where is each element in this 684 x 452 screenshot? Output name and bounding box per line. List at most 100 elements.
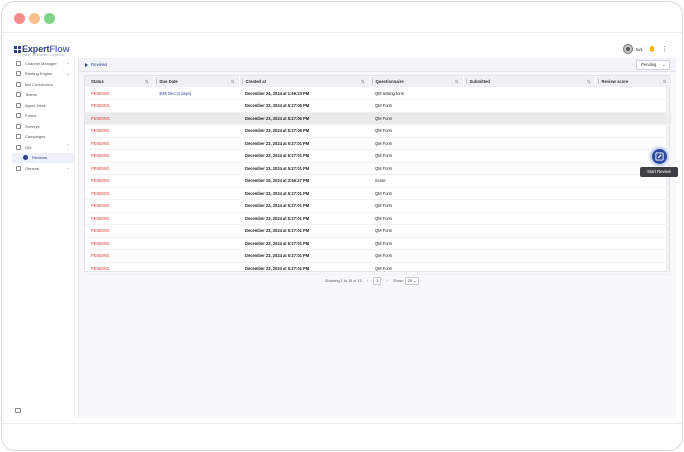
sidebar-item-forms[interactable]: Forms (12, 111, 74, 122)
column-header-created-at[interactable]: Created at ⇅ (239, 76, 370, 87)
breadcrumb-bar: Reviews Pending ⌄ (79, 58, 676, 72)
review-score-cell (595, 99, 671, 113)
submitted-cell (463, 149, 595, 163)
table-row[interactable]: PENDING December 23, 2024 at 5:27:01 PM QM… (85, 149, 671, 163)
questionnaire-cell: QM Form (369, 124, 463, 138)
table-row[interactable]: PENDING December 23, 2024 at 5:27:06 PM QM… (85, 112, 671, 125)
created-at-cell: December 23, 2024 at 5:27:01 PM (239, 187, 369, 200)
bell-icon[interactable] (648, 45, 656, 53)
sort-icon[interactable]: ⇅ (145, 79, 149, 85)
status-filter-select[interactable]: Pending ⌄ (636, 60, 670, 70)
survey-icon (16, 123, 21, 129)
table-row[interactable]: PENDING December 23, 2024 at 5:27:01 PM QM… (85, 224, 671, 238)
column-header-review-score[interactable]: Review score ⇅ (595, 76, 672, 87)
maximize-window-button[interactable] (44, 13, 55, 24)
sidebar-item-bot-connectors[interactable]: Bot Connectors (12, 79, 74, 90)
logo-subtitle: your customer experts (23, 53, 64, 57)
due-date-cell: 30th Dec (4 days) (153, 87, 239, 100)
table-row[interactable]: PENDING December 23, 2024 at 5:27:01 PM QM… (85, 162, 671, 175)
page-size-select[interactable]: 25 ⌄ (404, 277, 419, 285)
questionnaire-cell: QM Form (369, 212, 463, 225)
due-date-cell (153, 249, 239, 263)
sidebar-item-channel-manager[interactable]: Channel Manager ⌄ (12, 58, 74, 69)
titlebar-divider (2, 32, 682, 33)
table-row[interactable]: PENDING December 19, 2024 at 3:56:27 PM Sc… (85, 174, 671, 188)
status-cell: PENDING (85, 262, 153, 275)
submitted-cell (463, 224, 595, 238)
due-date-cell (153, 212, 239, 225)
review-score-cell (595, 212, 671, 225)
sidebar-item-general[interactable]: General ⌄ (12, 163, 74, 174)
column-header-label: Questionnaire (375, 79, 404, 84)
created-at-cell: December 19, 2024 at 3:56:27 PM (239, 174, 369, 188)
column-header-label: Submitted (469, 79, 490, 84)
table-scrollbar[interactable] (666, 87, 669, 272)
created-at-cell: December 23, 2024 at 5:27:06 PM (239, 124, 369, 138)
submitted-cell (463, 99, 595, 113)
start-review-tooltip: Start Review (640, 167, 678, 177)
sort-icon[interactable]: ⇅ (663, 79, 667, 85)
app-window: ExpertFlow your customer experts tw1 ⋮ C… (1, 1, 683, 451)
sidebar-item-label: QM (25, 144, 32, 150)
more-options-icon[interactable]: ⋮ (661, 46, 668, 53)
questionnaire-cell: QM Form (369, 162, 463, 175)
review-score-cell (595, 249, 671, 263)
column-header-status[interactable]: Status ⇅ (85, 76, 154, 87)
table-row[interactable]: PENDING December 23, 2024 at 5:27:01 PM QM… (85, 212, 671, 225)
column-header-submitted[interactable]: Submitted ⇅ (463, 76, 596, 87)
submitted-cell (463, 162, 595, 175)
table-row[interactable]: PENDING 30th Dec (4 days) December 24, 202… (85, 87, 671, 100)
questionnaire-cell: QM Form (369, 199, 463, 213)
start-review-button[interactable] (650, 147, 669, 166)
avatar[interactable] (622, 44, 633, 54)
table-row[interactable]: PENDING December 23, 2024 at 5:27:01 PM QM… (85, 249, 671, 263)
table-row[interactable]: PENDING December 23, 2024 at 5:27:06 PM QM… (85, 99, 671, 113)
next-page-icon[interactable]: › (386, 278, 388, 284)
status-cell: PENDING (85, 137, 153, 150)
pagination: Showing 1 to 15 of 15 ‹ 1 › Show 25 ⌄ (325, 277, 419, 285)
page-size-label: Show (393, 279, 403, 283)
sidebar-item-teams[interactable]: Teams (12, 90, 74, 101)
sidebar-item-campaigns[interactable]: Campaigns (12, 132, 74, 143)
sort-icon[interactable]: ⇅ (455, 79, 459, 85)
column-header-label: Due Date (159, 79, 178, 84)
created-at-cell: December 23, 2024 at 5:27:01 PM (239, 224, 369, 238)
sidebar-item-routing-engine[interactable]: Routing Engine ⌄ (12, 69, 74, 80)
questionnaire-cell: QM Form (369, 112, 463, 125)
app-logo[interactable]: ExpertFlow your customer experts (14, 44, 70, 57)
prev-page-icon[interactable]: ‹ (367, 278, 369, 284)
sidebar-item-label: Bot Connectors (25, 81, 53, 87)
chevron-down-icon: ⌄ (65, 60, 70, 67)
submitted-cell (463, 262, 595, 275)
due-date-cell (153, 162, 239, 175)
minimize-window-button[interactable] (29, 13, 40, 24)
sidebar-item-reviews[interactable]: Reviews (12, 152, 74, 163)
user-name[interactable]: tw1 (636, 47, 643, 52)
column-header-questionnaire[interactable]: Questionnaire ⇅ (369, 76, 464, 87)
current-page-button[interactable]: 1 (373, 277, 382, 285)
sort-icon[interactable]: ⇅ (587, 79, 591, 85)
table-row[interactable]: PENDING December 23, 2024 at 5:27:01 PM QM… (85, 199, 671, 213)
sidebar-item-qm[interactable]: QM ⌃ (12, 142, 74, 153)
column-divider (371, 79, 373, 84)
created-at-cell: December 23, 2024 at 5:27:01 PM (239, 237, 369, 250)
sort-icon[interactable]: ⇅ (361, 79, 365, 85)
table-row[interactable]: PENDING December 23, 2024 at 5:27:01 PM QM… (85, 137, 671, 150)
table-row[interactable]: PENDING December 23, 2024 at 5:27:01 PM QM… (85, 187, 671, 200)
table-row[interactable]: PENDING December 23, 2024 at 5:27:06 PM QM… (85, 124, 671, 138)
sidebar-item-surveys[interactable]: Surveys (12, 121, 74, 132)
status-cell: PENDING (85, 112, 153, 125)
submitted-cell (463, 137, 595, 150)
status-filter-value: Pending (641, 62, 657, 67)
close-window-button[interactable] (14, 13, 25, 24)
table-row[interactable]: PENDING December 23, 2024 at 5:27:01 PM QM… (85, 262, 671, 275)
column-header-due-date[interactable]: Due Date ⇅ (153, 76, 240, 87)
sidebar-item-agent-desk[interactable]: Agent Desk (12, 100, 74, 111)
status-cell: PENDING (85, 237, 153, 250)
column-header-label: Created at (245, 79, 266, 84)
collapse-sidebar-icon[interactable] (15, 408, 21, 413)
breadcrumb[interactable]: Reviews (85, 62, 107, 67)
sort-icon[interactable]: ⇅ (231, 79, 235, 85)
table-row[interactable]: PENDING December 23, 2024 at 5:27:01 PM QM… (85, 237, 671, 250)
due-date-cell (153, 237, 239, 250)
